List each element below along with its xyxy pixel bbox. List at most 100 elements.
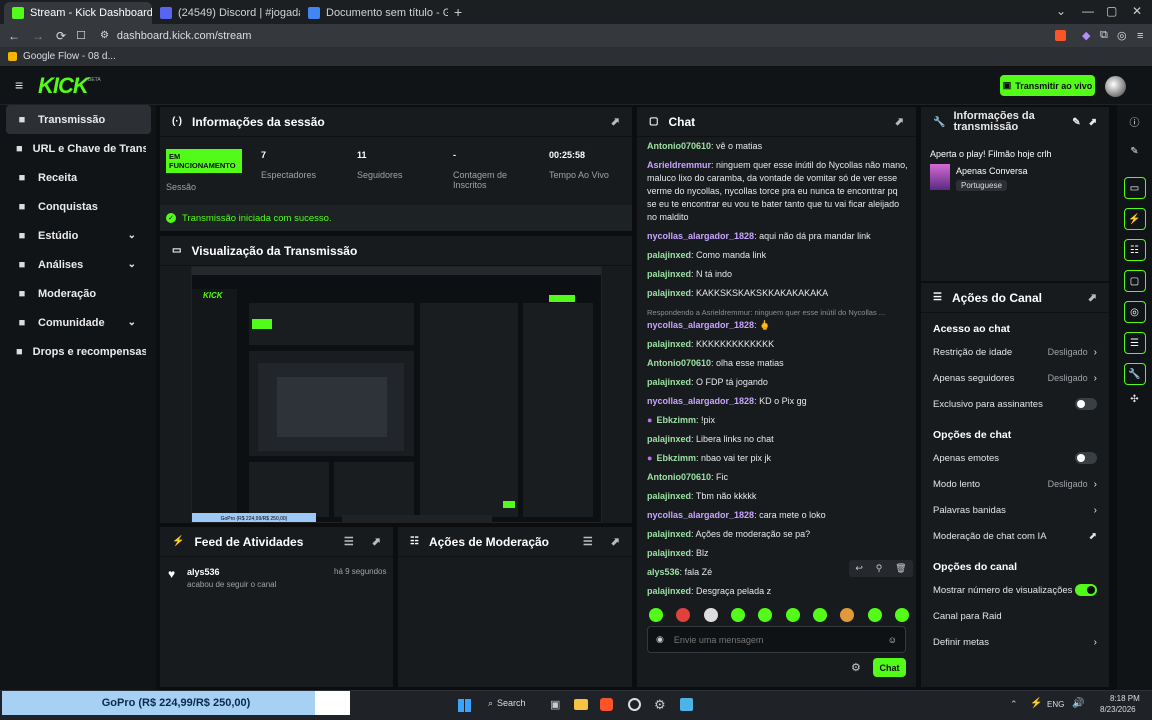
emote-icon[interactable] xyxy=(703,608,718,622)
edit-icon[interactable]: ✎ xyxy=(1072,117,1080,128)
chat-username[interactable]: alys536 xyxy=(647,567,680,577)
list-icon[interactable]: ☷ xyxy=(1123,239,1146,261)
popout-icon[interactable]: ⬈ xyxy=(372,535,381,548)
chat-username[interactable]: nycollas_alargador_1828 xyxy=(647,396,754,406)
chat-message[interactable]: palajinxed: KAKKSKSKAKSKKAKAKAKAKA xyxy=(647,287,909,300)
setting-row[interactable]: Canal para Raid xyxy=(921,603,1109,629)
chat-username[interactable]: palajinxed xyxy=(647,339,691,349)
chat-username[interactable]: nycollas_alargador_1828 xyxy=(647,320,754,330)
chat-username[interactable]: Antonio070610 xyxy=(647,141,711,151)
chat-username[interactable]: Antonio070610 xyxy=(647,358,711,368)
sidebar-item-6[interactable]: ■ Análises ⌄ xyxy=(0,250,146,279)
chat-message[interactable]: Antonio070610: olha esse matias xyxy=(647,357,909,370)
chat-icon[interactable]: ▢ xyxy=(1123,270,1146,292)
filter-icon[interactable]: ☰ xyxy=(344,535,354,548)
emote-icon[interactable] xyxy=(676,608,691,622)
chat-username[interactable]: palajinxed xyxy=(647,250,691,260)
setting-row[interactable]: Restrição de idade Desligado › xyxy=(921,339,1109,365)
chat-message[interactable]: palajinxed: Blz xyxy=(647,547,909,560)
setting-row[interactable]: Apenas seguidores Desligado › xyxy=(921,365,1109,391)
clock-date[interactable]: 8/23/2026 xyxy=(1100,705,1136,714)
reload-icon[interactable]: ⟳ xyxy=(56,29,66,43)
site-info-icon[interactable]: ⚙ xyxy=(100,30,109,41)
setting-row[interactable]: Palavras banidas › xyxy=(921,497,1109,523)
extensions-puzzle-icon[interactable]: ⧉ xyxy=(1100,29,1108,42)
settings-taskbar-icon[interactable]: ⚙ xyxy=(654,697,666,713)
activity-user[interactable]: alys536 xyxy=(187,567,220,577)
emote-icon[interactable] xyxy=(730,608,745,622)
maximize-icon[interactable]: ▢ xyxy=(1106,4,1117,18)
emote-icon[interactable] xyxy=(758,608,773,622)
chat-message[interactable]: palajinxed: Tbm não kkkkk xyxy=(647,490,909,503)
chat-message[interactable]: palajinxed: O FDP tá jogando xyxy=(647,376,909,389)
kick-logo[interactable]: KICK xyxy=(38,73,89,99)
chat-username[interactable]: palajinxed xyxy=(647,377,691,387)
tab-docs[interactable]: Documento sem título - Google Docs ✕ xyxy=(300,2,448,24)
chat-message[interactable]: palajinxed: Desgraça pelada z xyxy=(647,585,909,598)
emote-icon[interactable] xyxy=(867,608,882,622)
chat-message[interactable]: palajinxed: Como manda link xyxy=(647,249,909,262)
stack-icon[interactable]: ☰ xyxy=(1123,332,1146,354)
tab-list-icon[interactable]: ⌄ xyxy=(1056,4,1066,18)
category-name[interactable]: Apenas Conversa xyxy=(956,166,1028,176)
task-view-icon[interactable]: ▣ xyxy=(550,698,560,711)
chat-message[interactable]: nycollas_alargador_1828: cara mete o lok… xyxy=(647,509,909,522)
chat-username[interactable]: palajinxed xyxy=(647,491,691,501)
emote-icon[interactable] xyxy=(840,608,855,622)
chat-message[interactable]: palajinxed: Libera links no chat xyxy=(647,433,909,446)
broadcast-icon[interactable]: ◎ xyxy=(1123,301,1146,323)
stream-preview-video[interactable]: KICK GoPro (R$ 224,99/R$ 250,00) xyxy=(191,266,602,523)
hamburger-menu-icon[interactable]: ≡ xyxy=(15,77,23,93)
chat-username[interactable]: nycollas_alargador_1828 xyxy=(647,510,754,520)
filter-icon[interactable]: ☰ xyxy=(583,535,593,548)
file-explorer-icon[interactable] xyxy=(574,699,588,710)
brave-taskbar-icon[interactable] xyxy=(600,698,613,711)
clock-time[interactable]: 8:18 PM xyxy=(1110,694,1140,703)
chat-message[interactable]: Asrieldremmur: ninguem quer esse inútil … xyxy=(647,159,909,224)
chat-username[interactable]: palajinxed xyxy=(647,529,691,539)
popout-icon[interactable]: ⬈ xyxy=(1089,117,1097,128)
chat-message[interactable]: nycollas_alargador_1828: KD o Pix gg xyxy=(647,395,909,408)
network-icon[interactable]: ⚡ xyxy=(1030,698,1042,709)
emoji-icon[interactable]: ☺ xyxy=(888,635,897,645)
chat-message[interactable]: palajinxed: Ações de moderação se pa? xyxy=(647,528,909,541)
window-close-icon[interactable]: ✕ xyxy=(1132,4,1142,18)
chat-message[interactable]: Antonio070610: Fic xyxy=(647,471,909,484)
brave-shield-icon[interactable] xyxy=(1055,30,1066,41)
toggle-switch[interactable] xyxy=(1075,398,1097,410)
chat-input-box[interactable]: ◉ ☺ xyxy=(647,626,906,653)
menu-icon[interactable]: ≡ xyxy=(1137,30,1143,42)
extension-icon[interactable]: ◆ xyxy=(1082,29,1090,42)
chat-message[interactable]: ● Ebkzimm: nbao vai ter pix jk xyxy=(647,452,909,465)
chevron-right-icon[interactable]: › xyxy=(1094,373,1097,384)
new-tab-icon[interactable]: + xyxy=(454,4,462,20)
chat-username[interactable]: Ebkzimm xyxy=(656,415,696,425)
tab-kick[interactable]: Stream - Kick Dashboard ✕ xyxy=(4,2,152,24)
back-icon[interactable]: ← xyxy=(8,29,20,43)
delete-icon[interactable]: 🗑 xyxy=(895,563,906,574)
chevron-right-icon[interactable]: › xyxy=(1094,347,1097,358)
chat-message-input[interactable] xyxy=(673,634,874,645)
popout-icon[interactable]: ⬈ xyxy=(611,115,620,128)
layout-icon[interactable]: ▭ xyxy=(1123,177,1146,199)
setting-row[interactable]: Mostrar número de visualizações xyxy=(921,577,1109,603)
chat-message-list[interactable]: Antonio070610: vê o matias Asrieldremmur:… xyxy=(647,140,909,600)
language-indicator[interactable]: ENG xyxy=(1047,700,1064,709)
sidebar-item-3[interactable]: ■ Receita xyxy=(0,163,146,192)
popout-icon[interactable]: ⬈ xyxy=(1088,291,1097,304)
wrench-icon[interactable]: 🔧 xyxy=(1123,363,1146,385)
url-field[interactable]: dashboard.kick.com/stream xyxy=(117,30,252,42)
tab-discord[interactable]: (24549) Discord | #jogadas | PBPI ✕ xyxy=(152,2,300,24)
chevron-right-icon[interactable]: › xyxy=(1094,505,1097,516)
setting-row[interactable]: Definir metas › xyxy=(921,629,1109,655)
chat-username[interactable]: palajinxed xyxy=(647,434,691,444)
chevron-down-icon[interactable]: ⌄ xyxy=(128,259,136,270)
chat-message[interactable]: ● Ebkzimm: !pix xyxy=(647,414,909,427)
chat-message[interactable]: Respondendo a Asrieldremmur: ninguem que… xyxy=(647,306,909,332)
chat-message[interactable]: palajinxed: N tá indo xyxy=(647,268,909,281)
chevron-down-icon[interactable]: ⌄ xyxy=(128,230,136,241)
sidebar-item-7[interactable]: ■ Moderação xyxy=(0,279,146,308)
sidebar-item-5[interactable]: ■ Estúdio ⌄ xyxy=(0,221,146,250)
chat-username[interactable]: Ebkzimm xyxy=(656,453,696,463)
reply-icon[interactable]: ↩ xyxy=(855,563,863,574)
